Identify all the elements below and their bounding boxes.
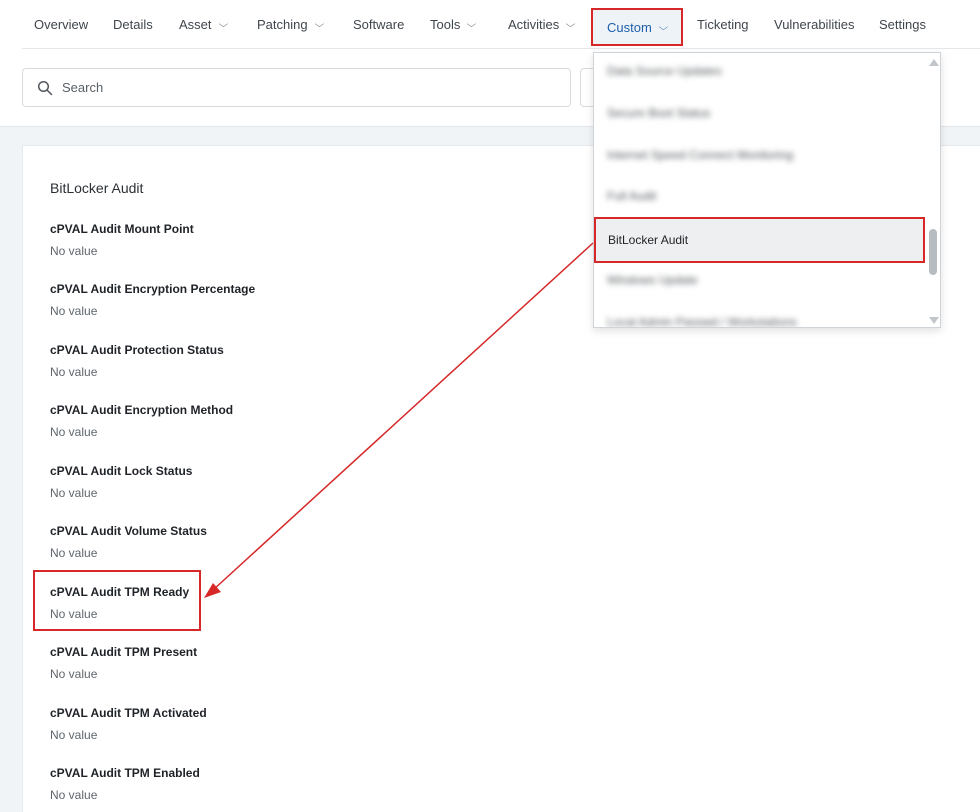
tab-patching[interactable]: Patching ⌵ <box>257 0 324 49</box>
scrollbar-thumb[interactable] <box>929 229 937 275</box>
field-value: No value <box>50 244 98 258</box>
field-value: No value <box>50 546 98 560</box>
tab-label: Asset <box>179 17 212 32</box>
field-protection-status: cPVAL Audit Protection Status No value <box>50 343 224 379</box>
dropdown-scrollbar[interactable] <box>926 53 940 327</box>
tab-label: Software <box>353 17 405 32</box>
chevron-down-icon: ⌵ <box>314 19 324 29</box>
chevron-down-icon: ⌵ <box>565 19 576 29</box>
dropdown-item-bitlocker-audit[interactable]: BitLocker Audit <box>594 217 925 263</box>
dropdown-item-label: BitLocker Audit <box>608 233 689 247</box>
tab-overview[interactable]: Overview <box>34 0 88 49</box>
tab-label: Patching <box>257 17 308 32</box>
custom-dropdown-menu: Data Source Updates Secure Boot Status I… <box>593 52 941 328</box>
dropdown-item[interactable]: Windows Update <box>607 273 698 293</box>
field-label: cPVAL Audit Mount Point <box>50 222 194 236</box>
tab-settings[interactable]: Settings <box>879 0 926 49</box>
field-value: No value <box>50 304 98 318</box>
dropdown-item[interactable]: Internet Speed Connect Monitoring <box>607 148 793 168</box>
search-box[interactable] <box>22 68 571 107</box>
field-volume-status: cPVAL Audit Volume Status No value <box>50 524 207 560</box>
field-tpm-enabled: cPVAL Audit TPM Enabled No value <box>50 766 200 802</box>
tab-label: Vulnerabilities <box>774 17 855 32</box>
field-value: No value <box>50 788 98 802</box>
dropdown-item[interactable]: Local Admin Passwd / Workstations <box>607 315 797 327</box>
search-icon <box>37 80 53 95</box>
tab-custom[interactable]: Custom ⌵ <box>591 8 683 46</box>
field-value: No value <box>50 486 98 500</box>
tab-asset[interactable]: Asset ⌵ <box>179 0 228 49</box>
field-encryption-method: cPVAL Audit Encryption Method No value <box>50 403 233 439</box>
highlight-box-tpm-ready <box>33 570 201 631</box>
field-value: No value <box>50 728 98 742</box>
field-label: cPVAL Audit Protection Status <box>50 343 224 357</box>
field-value: No value <box>50 365 98 379</box>
dropdown-item[interactable]: Data Source Updates <box>607 64 722 84</box>
tab-details[interactable]: Details <box>113 0 153 49</box>
field-tpm-present: cPVAL Audit TPM Present No value <box>50 645 197 681</box>
search-input[interactable] <box>62 80 522 95</box>
field-label: cPVAL Audit TPM Enabled <box>50 766 200 780</box>
field-encryption-percentage: cPVAL Audit Encryption Percentage No val… <box>50 282 255 318</box>
field-label: cPVAL Audit Lock Status <box>50 464 193 478</box>
field-value: No value <box>50 425 98 439</box>
field-label: cPVAL Audit Encryption Method <box>50 403 234 417</box>
field-label: cPVAL Audit Volume Status <box>50 524 207 538</box>
field-mount-point: cPVAL Audit Mount Point No value <box>50 222 194 258</box>
chevron-down-icon: ⌵ <box>466 19 477 29</box>
tab-label: Ticketing <box>697 17 749 32</box>
chevron-down-icon: ⌵ <box>218 19 228 29</box>
tab-label: Activities <box>508 17 560 32</box>
field-label: cPVAL Audit Encryption Percentage <box>50 282 256 296</box>
tab-ticketing[interactable]: Ticketing <box>697 0 749 49</box>
field-label: cPVAL Audit TPM Activated <box>50 706 207 720</box>
field-tpm-activated: cPVAL Audit TPM Activated No value <box>50 706 207 742</box>
tab-vulnerabilities[interactable]: Vulnerabilities <box>774 0 854 49</box>
dropdown-item[interactable]: Secure Boot Status <box>607 106 710 126</box>
scroll-down-icon[interactable] <box>929 317 939 324</box>
tab-label: Details <box>113 17 153 32</box>
tab-label: Tools <box>430 17 461 32</box>
dropdown-item[interactable]: Full Audit <box>607 189 656 209</box>
tab-label: Settings <box>879 17 926 32</box>
field-value: No value <box>50 667 98 681</box>
tab-tools[interactable]: Tools ⌵ <box>430 0 477 49</box>
tab-label: Overview <box>34 17 89 32</box>
section-title: BitLocker Audit <box>50 180 144 196</box>
scroll-up-icon[interactable] <box>929 59 939 66</box>
field-lock-status: cPVAL Audit Lock Status No value <box>50 464 192 500</box>
tab-software[interactable]: Software <box>353 0 404 49</box>
chevron-down-icon: ⌵ <box>658 21 668 32</box>
tab-label: Custom <box>607 19 652 35</box>
tab-bar: Overview Details Asset ⌵ Patching ⌵ Softwa… <box>22 0 980 49</box>
tab-activities[interactable]: Activities ⌵ <box>508 0 576 49</box>
field-label: cPVAL Audit TPM Present <box>50 645 198 659</box>
